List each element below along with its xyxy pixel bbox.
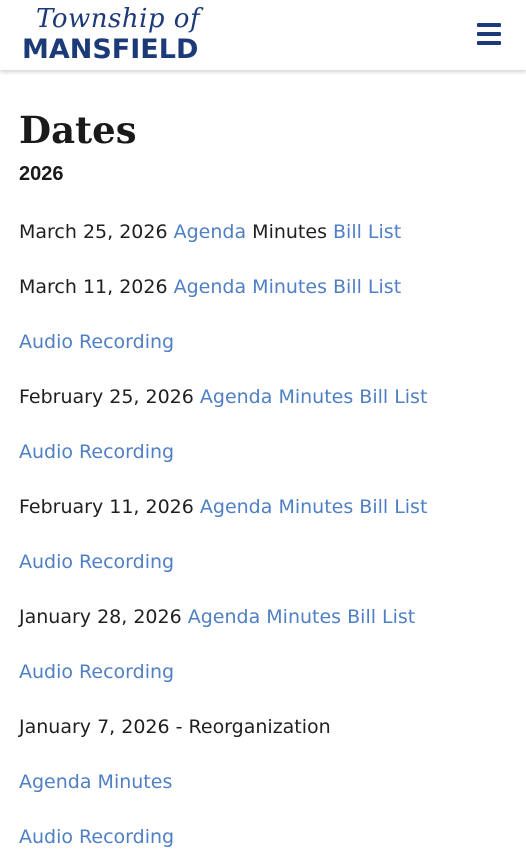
site-header: Township of MANSFIELD — [0, 0, 526, 70]
meeting-date: January 7, 2026 - Reorganization — [19, 716, 331, 738]
meeting-row: March 11, 2026 Agenda Minutes Bill List — [19, 260, 507, 315]
audio-row: Audio Recording — [19, 425, 507, 480]
meeting-row: March 25, 2026 Agenda Minutes Bill List — [19, 205, 507, 260]
minutes-link[interactable]: Minutes — [278, 496, 353, 518]
meeting-date: February 11, 2026 — [19, 496, 194, 518]
audio-recording-link[interactable]: Audio Recording — [19, 441, 174, 463]
main-content: Dates 2026 March 25, 2026 Agenda Minutes… — [0, 70, 526, 865]
hamburger-menu-icon[interactable] — [477, 23, 501, 45]
meeting-date: March 11, 2026 — [19, 276, 168, 298]
minutes-link[interactable]: Minutes — [98, 771, 173, 793]
meeting-row: February 25, 2026 Agenda Minutes Bill Li… — [19, 370, 507, 425]
page-title: Dates — [19, 108, 137, 152]
agenda-link[interactable]: Agenda — [19, 771, 92, 793]
audio-row: Audio Recording — [19, 535, 507, 590]
bill-list-link[interactable]: Bill List — [333, 221, 401, 243]
agenda-link[interactable]: Agenda — [174, 276, 247, 298]
meeting-list: March 25, 2026 Agenda Minutes Bill List … — [19, 205, 507, 865]
agenda-link[interactable]: Agenda — [200, 386, 273, 408]
meeting-row: February 11, 2026 Agenda Minutes Bill Li… — [19, 480, 507, 535]
minutes-link[interactable]: Minutes — [278, 386, 353, 408]
meeting-date: January 28, 2026 — [19, 606, 182, 628]
bill-list-link[interactable]: Bill List — [347, 606, 415, 628]
meeting-row: Agenda Minutes — [19, 755, 507, 810]
agenda-link[interactable]: Agenda — [174, 221, 247, 243]
audio-recording-link[interactable]: Audio Recording — [19, 331, 174, 353]
bill-list-link[interactable]: Bill List — [359, 386, 427, 408]
meeting-date: March 25, 2026 — [19, 221, 168, 243]
menu-bar — [477, 32, 501, 36]
year-heading: 2026 — [19, 163, 64, 185]
audio-recording-link[interactable]: Audio Recording — [19, 551, 174, 573]
menu-bar — [477, 41, 501, 45]
audio-row: Audio Recording — [19, 645, 507, 700]
meeting-date: February 25, 2026 — [19, 386, 194, 408]
audio-row: Audio Recording — [19, 315, 507, 370]
bill-list-link[interactable]: Bill List — [333, 276, 401, 298]
agenda-link[interactable]: Agenda — [200, 496, 273, 518]
logo-script-text: Township of — [36, 4, 201, 34]
audio-recording-link[interactable]: Audio Recording — [19, 661, 174, 683]
audio-row: Audio Recording — [19, 810, 507, 865]
minutes-link[interactable]: Minutes — [252, 276, 327, 298]
audio-recording-link[interactable]: Audio Recording — [19, 826, 174, 848]
meeting-row: January 7, 2026 - Reorganization — [19, 700, 507, 755]
bill-list-link[interactable]: Bill List — [359, 496, 427, 518]
agenda-link[interactable]: Agenda — [188, 606, 261, 628]
minutes-text: Minutes — [252, 221, 327, 243]
meeting-row: January 28, 2026 Agenda Minutes Bill Lis… — [19, 590, 507, 645]
logo-main-text: MANSFIELD — [22, 34, 199, 65]
minutes-link[interactable]: Minutes — [266, 606, 341, 628]
menu-bar — [477, 23, 501, 27]
township-logo[interactable]: Township of MANSFIELD — [22, 4, 212, 66]
